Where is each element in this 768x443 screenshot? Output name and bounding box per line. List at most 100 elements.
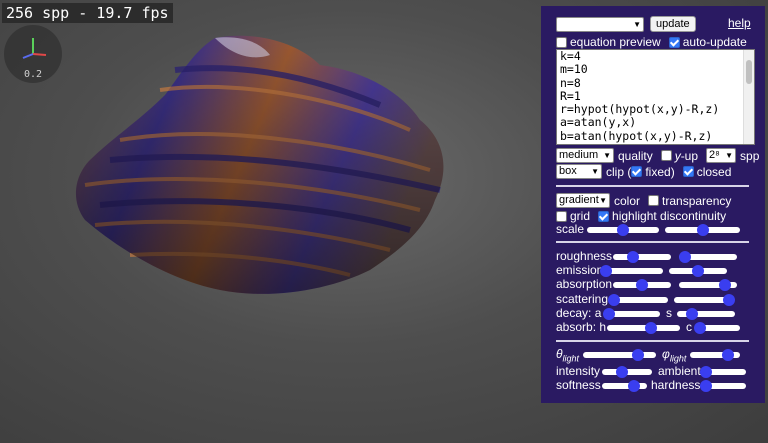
roughness-slider-2[interactable] (678, 251, 737, 263)
slider-knob[interactable] (627, 251, 640, 263)
softness-slider[interactable] (602, 380, 647, 392)
intensity-label: intensity (556, 364, 601, 378)
slider-knob[interactable] (723, 294, 736, 306)
ambient-slider[interactable] (700, 366, 746, 378)
slider-knob[interactable] (721, 349, 734, 361)
slider-knob[interactable] (700, 380, 713, 392)
fixed-label: fixed) (645, 164, 675, 179)
equation-preview-checkbox[interactable] (556, 36, 567, 48)
slider-knob[interactable] (719, 279, 732, 291)
control-panel: ▼ update help equation preview auto-upda… (541, 6, 765, 403)
hardness-label: hardness (651, 378, 701, 392)
scale-slider-1[interactable] (587, 224, 659, 236)
slider-knob[interactable] (692, 265, 704, 277)
help-link[interactable]: help (728, 16, 751, 30)
clip-label: clip ( (606, 164, 632, 179)
fps-counter: 256 spp - 19.7 fps (2, 3, 173, 23)
roughness-slider-1[interactable] (613, 251, 671, 263)
absorption-label: absorption (556, 277, 613, 291)
slider-knob[interactable] (608, 294, 621, 306)
slider-knob[interactable] (627, 380, 640, 392)
auto-update-label: auto-update (682, 35, 747, 49)
code-line: b=atan(hypot(x,y)-R,z) (560, 128, 713, 143)
slider-knob[interactable] (617, 224, 629, 236)
quality-label: quality (618, 148, 653, 163)
editor-scrollbar[interactable] (743, 50, 754, 144)
slider-knob[interactable] (678, 251, 691, 263)
slider-knob[interactable] (603, 308, 616, 320)
gizmo-scale-label: 0.2 (23, 69, 43, 80)
chevron-down-icon: ▼ (633, 19, 641, 29)
slider-knob[interactable] (600, 265, 613, 277)
theta-light-slider[interactable] (583, 349, 656, 361)
code-line: n=8 (560, 75, 581, 90)
scale-label: scale (556, 222, 585, 236)
scattering-slider-2[interactable] (674, 294, 736, 306)
emission-slider-1[interactable] (600, 265, 663, 277)
emission-slider-2[interactable] (669, 265, 727, 277)
slider-knob[interactable] (694, 322, 707, 334)
auto-update-checkbox[interactable] (668, 36, 680, 48)
transparency-label: transparency (662, 193, 732, 208)
phi-light-slider[interactable] (690, 349, 740, 361)
y-up-label: -up (680, 148, 699, 163)
absorb-c-label: c (686, 320, 692, 334)
axis-gizmo[interactable]: 0.2 (4, 25, 62, 83)
fixed-checkbox[interactable] (631, 166, 643, 177)
scrollbar-thumb[interactable] (746, 60, 752, 84)
decay-a-slider[interactable] (603, 308, 660, 320)
chevron-down-icon: ▼ (591, 167, 599, 176)
phi-light-label: φlight (662, 347, 687, 364)
code-line: k=4 (560, 49, 581, 63)
absorb-c-slider[interactable] (694, 322, 740, 334)
hardness-slider[interactable] (700, 380, 746, 392)
equation-editor[interactable]: k=4 m=10 n=8 R=1 r=hypot(hypot(x,y)-R,z)… (556, 49, 755, 145)
absorption-slider-1[interactable] (613, 279, 671, 291)
scattering-label: scattering (556, 292, 609, 306)
slider-knob[interactable] (636, 279, 648, 291)
chevron-down-icon: ▼ (599, 196, 607, 205)
slider-knob[interactable] (644, 322, 657, 334)
decay-s-slider[interactable] (677, 308, 735, 320)
highlight-discontinuity-checkbox[interactable] (598, 210, 610, 222)
slider-knob[interactable] (616, 366, 628, 378)
absorption-slider-2[interactable] (679, 279, 737, 291)
scattering-slider-1[interactable] (608, 294, 668, 306)
chevron-down-icon: ▼ (603, 151, 611, 160)
slider-knob[interactable] (700, 366, 713, 378)
highlight-discontinuity-label: highlight discontinuity (612, 209, 727, 223)
grid-checkbox[interactable] (556, 210, 567, 222)
slider-knob[interactable] (696, 224, 709, 236)
chevron-down-icon: ▼ (725, 151, 734, 160)
slider-knob[interactable] (685, 308, 698, 320)
code-line: r=hypot(hypot(x,y)-R,z) (560, 102, 720, 117)
divider (556, 241, 749, 243)
decay-a-label: decay: a (556, 306, 602, 320)
closed-checkbox[interactable] (682, 166, 694, 177)
slider-knob[interactable] (631, 349, 644, 361)
spp-select[interactable]: 2⁸ ▼ (706, 148, 737, 163)
clip-select[interactable]: box ▼ (556, 164, 602, 179)
absorb-h-slider[interactable] (607, 322, 680, 334)
equation-select[interactable]: ▼ (556, 16, 644, 32)
softness-label: softness (556, 378, 601, 392)
divider (556, 185, 749, 187)
code-line: R=1 (560, 88, 581, 103)
closed-label: closed (696, 164, 732, 179)
roughness-label: roughness (556, 249, 613, 263)
color-mode-select[interactable]: gradient ▼ (556, 193, 610, 208)
ambient-label: ambient (658, 364, 701, 378)
scale-slider-2[interactable] (665, 224, 740, 236)
y-up-checkbox[interactable] (660, 150, 672, 161)
spp-label: spp (740, 148, 760, 163)
transparency-checkbox[interactable] (648, 195, 660, 206)
divider (556, 340, 749, 342)
theta-light-label: θlight (556, 347, 580, 364)
decay-s-label: s (666, 306, 672, 320)
intensity-slider[interactable] (602, 366, 652, 378)
update-button[interactable]: update (650, 16, 696, 32)
equation-preview-label: equation preview (570, 35, 661, 49)
code-line: a=atan(y,x) (560, 115, 637, 130)
color-label: color (614, 193, 641, 208)
quality-select[interactable]: medium ▼ (556, 148, 614, 163)
